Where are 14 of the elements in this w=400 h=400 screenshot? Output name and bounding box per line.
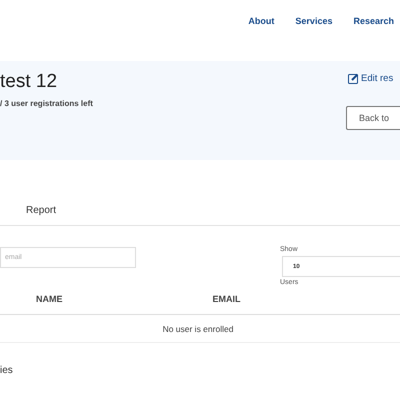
- nav-link[interactable]: Services: [295, 16, 332, 61]
- column-header: NAME: [36, 294, 62, 306]
- column-header: EMAIL: [212, 294, 240, 306]
- empty-message: No user is enrolled: [162, 324, 234, 334]
- back-button[interactable]: Back to: [346, 106, 400, 130]
- edit-icon: [348, 73, 359, 84]
- edit-text: Edit res: [361, 73, 394, 84]
- section-heading: ies: [0, 365, 14, 376]
- nav-link[interactable]: Research: [353, 16, 394, 61]
- page-title: test 12: [0, 71, 58, 93]
- edit-link[interactable]: Edit res: [348, 73, 394, 84]
- tab[interactable]: Report: [26, 205, 56, 216]
- nav-link[interactable]: About: [248, 16, 274, 61]
- registrations-left: / 3 user registrations left: [0, 99, 93, 108]
